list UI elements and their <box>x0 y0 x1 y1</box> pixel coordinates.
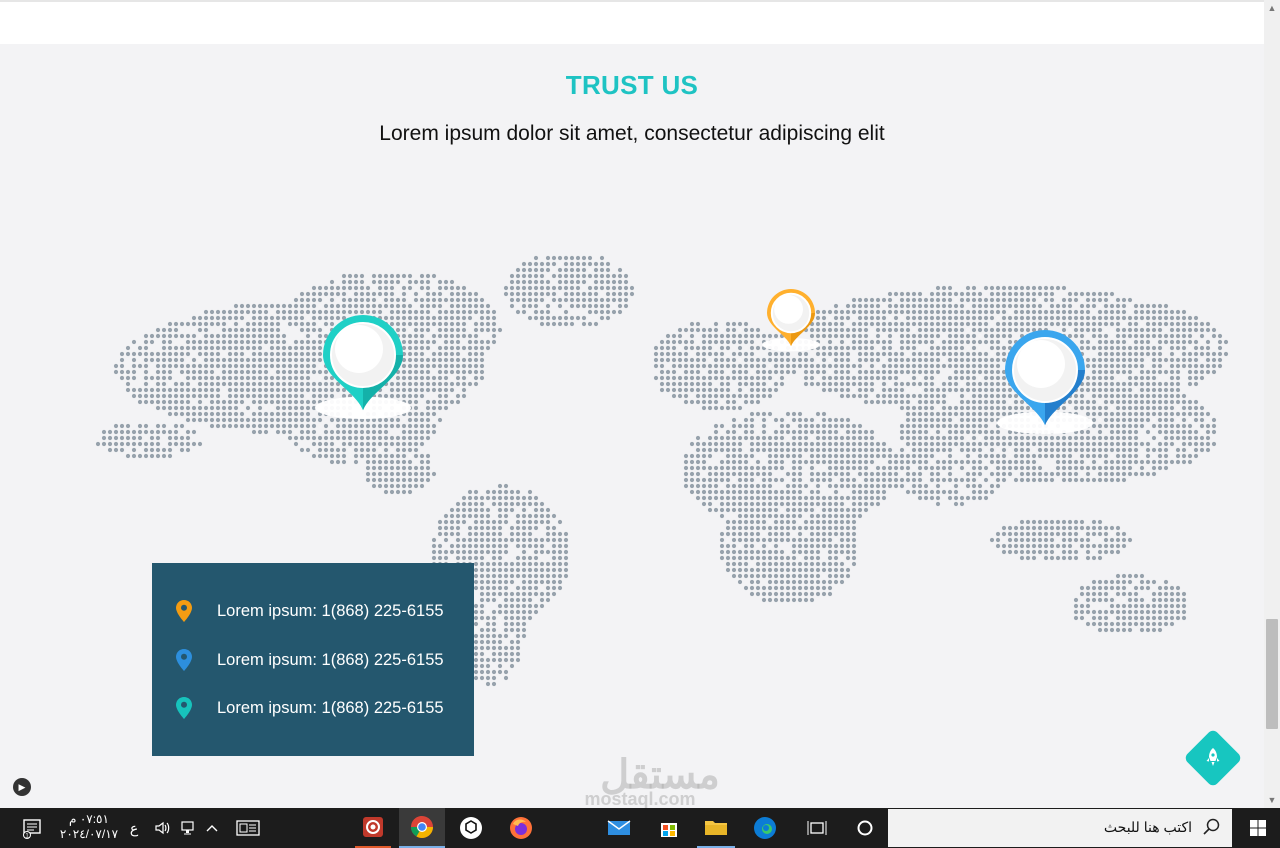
task-view-icon[interactable] <box>798 808 836 848</box>
map-pin-teal-icon <box>174 696 194 720</box>
contact-text: Lorem ipsum: 1(868) 225-6155 <box>217 698 444 717</box>
network-icon[interactable] <box>178 808 200 848</box>
search-icon <box>1202 817 1222 842</box>
rocket-icon[interactable] <box>1199 744 1227 772</box>
map-pin-blue-icon <box>174 648 194 672</box>
clock-time: ٠٧:٥١ م <box>69 812 109 826</box>
contact-text: Lorem ipsum: 1(868) 225-6155 <box>217 650 444 669</box>
edge-app-icon[interactable] <box>746 808 784 848</box>
scroll-up-arrow-icon[interactable]: ▲ <box>1266 2 1278 14</box>
map-pin-asia-icon <box>997 330 1093 434</box>
system-clock[interactable]: ٠٧:٥١ م ٢٠٢٤/٠٧/١٧ <box>50 812 128 842</box>
chatgpt-app-icon[interactable] <box>452 808 490 848</box>
volume-icon[interactable] <box>152 808 174 848</box>
scroll-down-arrow-icon[interactable]: ▼ <box>1266 794 1278 806</box>
watermark-latin: mostaql.com <box>584 789 696 809</box>
file-explorer-app-icon[interactable] <box>697 808 735 848</box>
watermark-logo: مستقل mostaql.com <box>560 753 760 809</box>
chrome-app-icon[interactable] <box>399 808 445 848</box>
map-pin-europe-icon <box>762 289 820 352</box>
play-icon[interactable]: ▶ <box>13 778 31 796</box>
search-placeholder: اكتب هنا للبحث <box>1103 819 1192 835</box>
contact-row: Lorem ipsum: 1(868) 225-6155 <box>174 695 444 721</box>
chevron-up-icon[interactable] <box>202 808 222 848</box>
firefox-app-icon[interactable] <box>502 808 540 848</box>
contact-row: Lorem ipsum: 1(868) 225-6155 <box>174 598 444 624</box>
clock-date: ٢٠٢٤/٠٧/١٧ <box>59 827 119 841</box>
map-pin-orange-icon <box>174 599 194 623</box>
language-indicator[interactable]: ع <box>126 808 142 848</box>
section-subtitle: Lorem ipsum dolor sit amet, consectetur … <box>379 122 885 145</box>
taskbar-search-box[interactable]: اكتب هنا للبحث <box>888 809 1232 847</box>
mail-app-icon[interactable] <box>600 808 638 848</box>
notification-center-icon[interactable]: 1 <box>14 808 50 848</box>
contact-row: Lorem ipsum: 1(868) 225-6155 <box>174 647 444 673</box>
windows-start-icon[interactable] <box>1236 808 1280 848</box>
cortana-icon[interactable] <box>846 808 884 848</box>
store-app-icon[interactable] <box>650 808 688 848</box>
news-widget-icon[interactable] <box>232 808 264 848</box>
contact-text: Lorem ipsum: 1(868) 225-6155 <box>217 601 444 620</box>
section-title: TRUST US <box>565 70 699 100</box>
screen-recorder-app-icon[interactable] <box>355 808 391 848</box>
contact-panel: Lorem ipsum: 1(868) 225-6155 Lorem ipsum… <box>152 563 474 756</box>
scrollbar-thumb[interactable] <box>1266 619 1278 729</box>
